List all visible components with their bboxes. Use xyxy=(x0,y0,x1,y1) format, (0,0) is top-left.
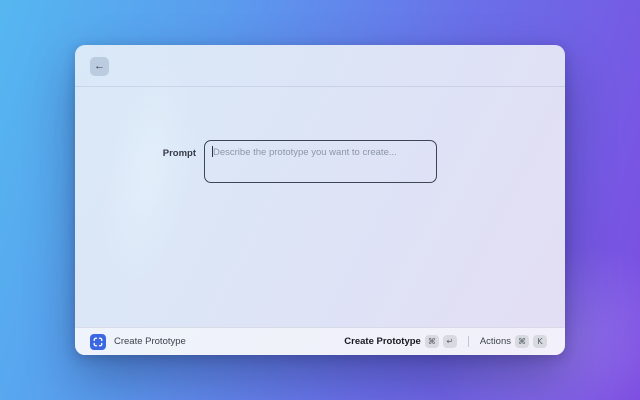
footer-group-divider xyxy=(467,336,469,347)
prompt-textarea[interactable] xyxy=(204,140,437,183)
back-button[interactable]: ← xyxy=(90,57,109,76)
prompt-field-wrap xyxy=(204,140,437,183)
create-prototype-submit-button[interactable]: Create Prototype ⌘ ↵ xyxy=(341,333,460,350)
footer-command-name: Create Prototype xyxy=(114,336,186,347)
k-key-icon: K xyxy=(533,335,547,348)
cmd-key-icon: ⌘ xyxy=(424,335,439,348)
prompt-label: Prompt xyxy=(162,148,196,159)
actions-button-label: Actions xyxy=(479,336,511,347)
submit-button-label: Create Prototype xyxy=(344,336,421,347)
back-arrow-icon: ← xyxy=(94,60,105,72)
footer-command-info: Create Prototype xyxy=(90,333,341,350)
create-prototype-window: ← Prompt Create Prototype xyxy=(75,45,565,355)
create-prototype-icon xyxy=(90,333,106,350)
return-key-icon: ↵ xyxy=(442,335,457,348)
cmd-key-icon: ⌘ xyxy=(515,335,529,348)
footer-bar: Create Prototype Create Prototype ⌘ ↵ Ac… xyxy=(75,327,565,355)
footer-actions: Create Prototype ⌘ ↵ Actions ⌘ K xyxy=(341,333,550,350)
actions-menu-button[interactable]: Actions ⌘ K xyxy=(477,333,550,350)
window-header: ← xyxy=(75,45,565,87)
